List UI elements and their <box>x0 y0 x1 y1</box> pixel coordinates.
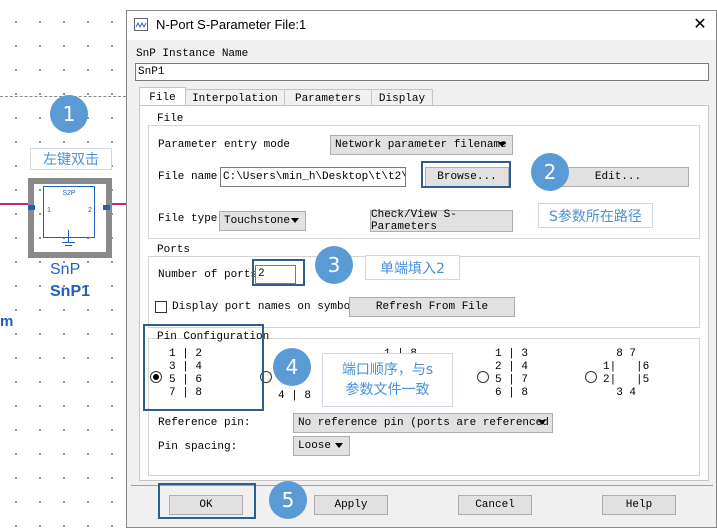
chevron-down-icon <box>335 443 343 448</box>
ground-wire <box>68 230 69 242</box>
refresh-from-file-button[interactable]: Refresh From File <box>349 297 515 317</box>
pin-spacing-label: Pin spacing: <box>158 441 238 453</box>
step-badge-2: 2 <box>531 153 569 191</box>
highlight-browse <box>421 161 511 188</box>
note-single-ended: 单端填入2 <box>365 255 460 280</box>
chevron-down-icon <box>291 218 299 223</box>
pin-option-4-radio[interactable] <box>585 371 597 383</box>
step-badge-5: 5 <box>269 481 307 519</box>
component-name: SnP <box>50 261 81 278</box>
port1-number: 1 <box>47 207 51 214</box>
pin-option-4-layout: 8 7 1| |6 2| |5 3 4 <box>603 348 650 399</box>
snp-symbol-box: S2P 1 2 <box>43 186 95 238</box>
note-sparam-path: S参数所在路径 <box>538 203 653 228</box>
app-icon <box>134 18 148 31</box>
file-type-select[interactable]: Touchstone <box>219 211 306 231</box>
entry-mode-select[interactable]: Network parameter filename <box>330 135 513 155</box>
note-double-click: 左键双击 <box>30 148 112 170</box>
instance-name-label: SnP Instance Name <box>136 48 249 60</box>
port2-number: 2 <box>88 207 92 214</box>
pin-option-3-radio[interactable] <box>477 371 489 383</box>
help-button[interactable]: Help <box>602 495 676 515</box>
ports-group-legend: Ports <box>154 244 194 256</box>
ground-icon <box>62 242 75 243</box>
reference-pin-label: Reference pin: <box>158 417 251 429</box>
step-badge-1: 1 <box>50 95 88 133</box>
wire-left <box>0 203 28 205</box>
file-name-label: File name <box>158 171 218 183</box>
check-view-sparams-button[interactable]: Check/View S-Parameters <box>370 209 513 233</box>
cancel-button[interactable]: Cancel <box>458 495 532 515</box>
chevron-down-icon <box>498 142 506 147</box>
apply-button[interactable]: Apply <box>314 495 388 515</box>
close-icon[interactable]: ✕ <box>690 14 710 34</box>
port1-pin <box>28 205 35 210</box>
display-names-label: Display port names on symbol <box>172 301 357 313</box>
tab-file[interactable]: File <box>139 87 186 107</box>
num-ports-label: Number of ports <box>158 269 258 281</box>
snp-component-symbol[interactable]: S2P 1 2 <box>28 178 112 258</box>
file-type-label: File type <box>158 213 218 225</box>
highlight-ok <box>158 483 256 519</box>
title-bar: N-Port S-Parameter File:1 ✕ <box>127 11 716 40</box>
file-name-field[interactable]: C:\Users\min_h\Desktop\t\t2\si <box>220 167 406 187</box>
pin-option-3-layout: 1 | 3 2 | 4 5 | 7 6 | 8 <box>495 348 529 399</box>
highlight-pin-config <box>143 324 264 411</box>
partial-text: m <box>0 313 14 330</box>
pin-option-2-bottom: 4 | 8 <box>278 390 312 402</box>
instance-name: SnP1 <box>50 283 91 300</box>
port2-pin <box>103 205 110 210</box>
file-group-legend: File <box>154 113 187 125</box>
wire-right <box>112 203 126 205</box>
reference-pin-select[interactable]: No reference pin (ports are referenced t <box>293 413 553 433</box>
instance-name-field[interactable]: SnP1 <box>135 63 709 81</box>
symbol-label: S2P <box>62 190 76 197</box>
chevron-down-icon <box>538 420 546 425</box>
entry-mode-label: Parameter entry mode <box>158 139 291 151</box>
note-port-order: 端口顺序，与s 参数文件一致 <box>322 353 453 407</box>
step-badge-3: 3 <box>315 246 353 284</box>
dialog-title: N-Port S-Parameter File:1 <box>156 17 307 32</box>
highlight-num-ports <box>252 259 305 286</box>
display-names-checkbox[interactable] <box>155 301 167 313</box>
pin-spacing-select[interactable]: Loose <box>293 436 350 456</box>
step-badge-4: 4 <box>273 348 311 386</box>
